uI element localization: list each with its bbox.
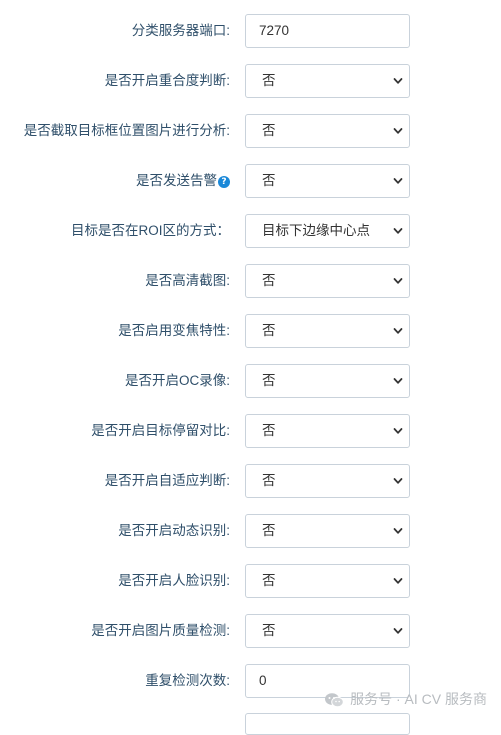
form-row-adaptive-judgement: 是否开启自适应判断: 否	[0, 464, 501, 498]
roi-method-label: 目标是否在ROI区的方式：	[70, 223, 230, 238]
chevron-down-icon	[393, 378, 403, 384]
roi-method-value: 目标下边缘中心点	[262, 223, 370, 238]
crop-target-analysis-value: 否	[262, 123, 276, 138]
roi-method-select[interactable]: 目标下边缘中心点	[245, 214, 410, 248]
form-row-hd-screenshot: 是否高清截图: 否	[0, 264, 501, 298]
zoom-feature-select[interactable]: 否	[245, 314, 410, 348]
chevron-down-icon	[393, 78, 403, 84]
form-row-oc-recording: 是否开启OC录像: 否	[0, 364, 501, 398]
chevron-down-icon	[393, 328, 403, 334]
chevron-down-icon	[393, 178, 403, 184]
chevron-down-icon	[393, 228, 403, 234]
form-row-roi-method: 目标是否在ROI区的方式： 目标下边缘中心点	[0, 214, 501, 248]
target-stay-compare-value: 否	[262, 423, 276, 438]
hd-screenshot-select[interactable]: 否	[245, 264, 410, 298]
hd-screenshot-value: 否	[262, 273, 276, 288]
face-recognition-label: 是否开启人脸识别:	[118, 573, 230, 588]
oc-recording-label: 是否开启OC录像:	[124, 373, 230, 388]
chevron-down-icon	[393, 628, 403, 634]
form-row-face-recognition: 是否开启人脸识别: 否	[0, 564, 501, 598]
crop-target-analysis-label: 是否截取目标框位置图片进行分析:	[23, 123, 230, 138]
watermark: 服务号 · AI CV 服务商	[324, 688, 487, 710]
image-quality-check-value: 否	[262, 623, 276, 638]
zoom-feature-label: 是否启用变焦特性:	[118, 323, 230, 338]
send-alarm-label: 是否发送告警	[136, 173, 217, 188]
adaptive-judgement-select[interactable]: 否	[245, 464, 410, 498]
form-row-crop-target-analysis: 是否截取目标框位置图片进行分析: 否	[0, 114, 501, 148]
target-stay-compare-select[interactable]: 否	[245, 414, 410, 448]
classify-port-input[interactable]: 7270	[245, 14, 410, 48]
next-field-partial[interactable]	[245, 713, 410, 735]
form-row-overlap-judgement: 是否开启重合度判断: 否	[0, 64, 501, 98]
image-quality-check-select[interactable]: 否	[245, 614, 410, 648]
chevron-down-icon	[393, 578, 403, 584]
dynamic-recognition-label: 是否开启动态识别:	[118, 523, 230, 538]
send-alarm-value: 否	[262, 173, 276, 188]
classify-port-value: 7270	[259, 23, 290, 38]
image-quality-check-label: 是否开启图片质量检测:	[91, 623, 230, 638]
form-row-image-quality-check: 是否开启图片质量检测: 否	[0, 614, 501, 648]
form-row-classify-port: 分类服务器端口: 7270	[0, 14, 501, 48]
classify-port-label: 分类服务器端口:	[131, 23, 230, 38]
adaptive-judgement-value: 否	[262, 473, 276, 488]
wechat-icon	[325, 693, 344, 708]
oc-recording-select[interactable]: 否	[245, 364, 410, 398]
repeat-detect-count-value: 0	[259, 673, 267, 688]
crop-target-analysis-select[interactable]: 否	[245, 114, 410, 148]
chevron-down-icon	[393, 528, 403, 534]
overlap-judgement-label: 是否开启重合度判断:	[104, 73, 230, 88]
form-row-send-alarm: 是否发送告警? 否	[0, 164, 501, 198]
send-alarm-label-wrap: 是否发送告警?	[0, 164, 230, 198]
adaptive-judgement-label: 是否开启自适应判断:	[104, 473, 230, 488]
face-recognition-select[interactable]: 否	[245, 564, 410, 598]
zoom-feature-value: 否	[262, 323, 276, 338]
dynamic-recognition-select[interactable]: 否	[245, 514, 410, 548]
repeat-detect-count-label: 重复检测次数:	[145, 673, 230, 688]
form-row-dynamic-recognition: 是否开启动态识别: 否	[0, 514, 501, 548]
dynamic-recognition-value: 否	[262, 523, 276, 538]
face-recognition-value: 否	[262, 573, 276, 588]
chevron-down-icon	[393, 278, 403, 284]
chevron-down-icon	[393, 428, 403, 434]
send-alarm-select[interactable]: 否	[245, 164, 410, 198]
form-row-zoom-feature: 是否启用变焦特性: 否	[0, 314, 501, 348]
oc-recording-value: 否	[262, 373, 276, 388]
form-row-target-stay-compare: 是否开启目标停留对比: 否	[0, 414, 501, 448]
target-stay-compare-label: 是否开启目标停留对比:	[91, 423, 230, 438]
overlap-judgement-select[interactable]: 否	[245, 64, 410, 98]
hd-screenshot-label: 是否高清截图:	[145, 273, 230, 288]
question-circle-icon[interactable]: ?	[218, 176, 230, 188]
settings-form: 分类服务器端口: 7270 是否开启重合度判断: 否 是否截取目标框位置图片进行…	[0, 0, 501, 735]
chevron-down-icon	[393, 478, 403, 484]
overlap-judgement-value: 否	[262, 73, 276, 88]
watermark-text: 服务号 · AI CV 服务商	[350, 691, 487, 707]
chevron-down-icon	[393, 128, 403, 134]
